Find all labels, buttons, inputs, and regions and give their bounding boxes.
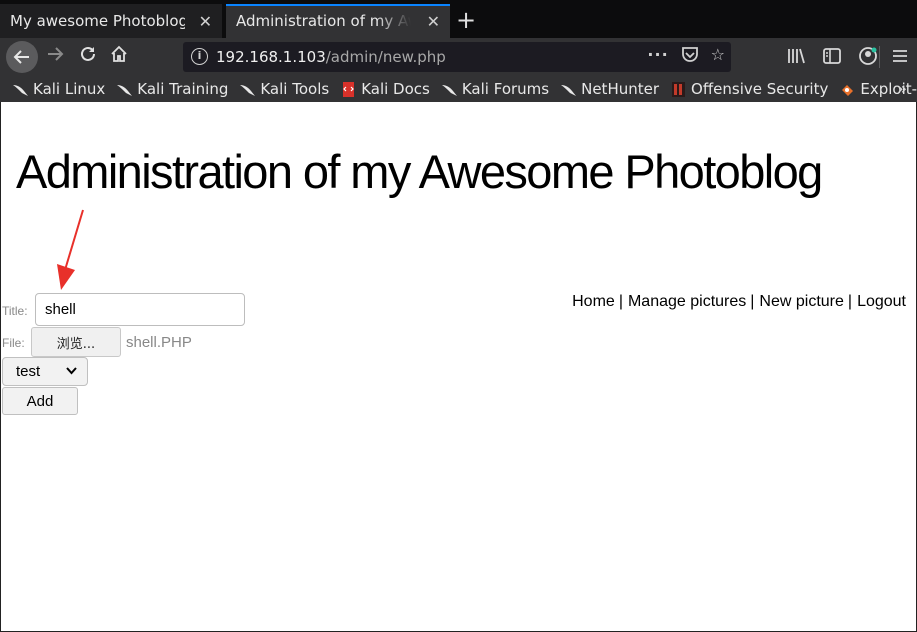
offsec-icon xyxy=(672,81,686,97)
url-bar[interactable]: i 192.168.1.103/admin/new.php ··· ☆ xyxy=(183,42,731,72)
nav-separator: | xyxy=(847,293,853,310)
info-icon[interactable]: i xyxy=(191,48,208,65)
navigation-toolbar: i 192.168.1.103/admin/new.php ··· ☆ xyxy=(0,38,917,76)
nav-home-link[interactable]: Home xyxy=(572,293,615,311)
kali-dragon-icon xyxy=(561,84,577,96)
admin-nav: Home | Manage pictures | New picture | L… xyxy=(572,293,906,311)
browse-button[interactable]: 浏览... xyxy=(31,327,121,357)
bookmark-nethunter[interactable]: NetHunter xyxy=(560,80,659,98)
close-icon[interactable]: ✕ xyxy=(199,12,212,31)
reload-icon[interactable] xyxy=(77,45,99,70)
bookmark-label: Exploit-DB xyxy=(860,80,917,98)
bookmark-star-icon[interactable]: ☆ xyxy=(711,45,725,67)
page-title: Administration of my Awesome Photoblog xyxy=(16,145,823,198)
selected-file-name: shell.PHP xyxy=(126,334,192,351)
bookmarks-toolbar: Kali Linux Kali Training Kali Tools Kali… xyxy=(0,76,917,102)
url-path: /admin/new.php xyxy=(325,48,446,66)
kali-dragon-icon xyxy=(117,84,133,96)
red-arrow-annotation xyxy=(57,209,84,290)
bookmark-kali-linux[interactable]: Kali Linux xyxy=(12,80,105,98)
forward-arrow-icon[interactable] xyxy=(44,45,66,70)
nav-separator: | xyxy=(618,293,623,310)
toolbar-right-icons xyxy=(786,46,878,70)
category-select[interactable]: test xyxy=(2,357,88,386)
nav-separator: | xyxy=(750,293,755,310)
web-page: Administration of my Awesome Photoblog H… xyxy=(0,102,917,632)
title-input[interactable] xyxy=(35,293,245,326)
bookmark-label: Kali Training xyxy=(137,80,229,98)
kali-docs-icon xyxy=(343,81,355,97)
bookmark-label: Kali Linux xyxy=(33,80,106,98)
url-text[interactable]: 192.168.1.103/admin/new.php xyxy=(216,48,446,66)
kali-dragon-icon xyxy=(441,84,457,96)
bookmark-kali-training[interactable]: Kali Training xyxy=(116,80,228,98)
more-actions-icon[interactable]: ··· xyxy=(647,45,668,67)
tab-title: My awesome Photoblog xyxy=(10,12,185,30)
url-actions: ··· ☆ xyxy=(647,45,725,67)
toolbar-divider xyxy=(879,46,880,68)
tab-bar: My awesome Photoblog ✕ Administration of… xyxy=(0,0,917,38)
bookmark-label: Kali Forums xyxy=(461,80,550,98)
kali-dragon-icon xyxy=(13,84,28,96)
nav-new-picture-link[interactable]: New picture xyxy=(759,293,843,311)
bookmark-kali-forums[interactable]: Kali Forums xyxy=(441,80,549,98)
category-selected-value: test xyxy=(16,363,41,380)
tab-administration[interactable]: Administration of my Awesome Photoblog ✕ xyxy=(226,4,450,38)
tab-title: Administration of my Awesome Photoblog xyxy=(236,12,411,30)
add-button[interactable]: Add xyxy=(2,387,78,415)
file-label: File: xyxy=(2,336,25,350)
pocket-icon[interactable] xyxy=(681,45,699,67)
bookmark-kali-docs[interactable]: Kali Docs xyxy=(340,80,430,98)
tab-photoblog[interactable]: My awesome Photoblog ✕ xyxy=(0,4,222,38)
account-icon[interactable] xyxy=(858,46,878,70)
chevron-right-icon[interactable]: » xyxy=(897,79,907,98)
url-host: 192.168.1.103 xyxy=(216,48,326,66)
close-icon[interactable]: ✕ xyxy=(427,12,440,31)
bookmark-offensive-security[interactable]: Offensive Security xyxy=(670,80,828,98)
bookmark-kali-tools[interactable]: Kali Tools xyxy=(239,80,329,98)
bookmark-label: Offensive Security xyxy=(691,80,829,98)
exploit-db-icon xyxy=(842,84,854,96)
new-tab-icon[interactable]: + xyxy=(456,6,476,34)
kali-dragon-icon xyxy=(240,84,256,96)
chevron-down-icon xyxy=(66,367,77,375)
bookmark-label: NetHunter xyxy=(581,80,660,98)
bookmark-label: Kali Docs xyxy=(361,80,430,98)
library-icon[interactable] xyxy=(786,46,806,70)
nav-manage-pictures-link[interactable]: Manage pictures xyxy=(628,293,746,311)
home-icon[interactable] xyxy=(108,45,130,70)
title-label: Title: xyxy=(2,304,28,318)
menu-icon[interactable] xyxy=(892,48,908,68)
sidebar-icon[interactable] xyxy=(822,46,842,70)
nav-logout-link[interactable]: Logout xyxy=(857,293,906,311)
back-arrow-icon[interactable] xyxy=(6,41,38,73)
bookmark-label: Kali Tools xyxy=(260,80,330,98)
